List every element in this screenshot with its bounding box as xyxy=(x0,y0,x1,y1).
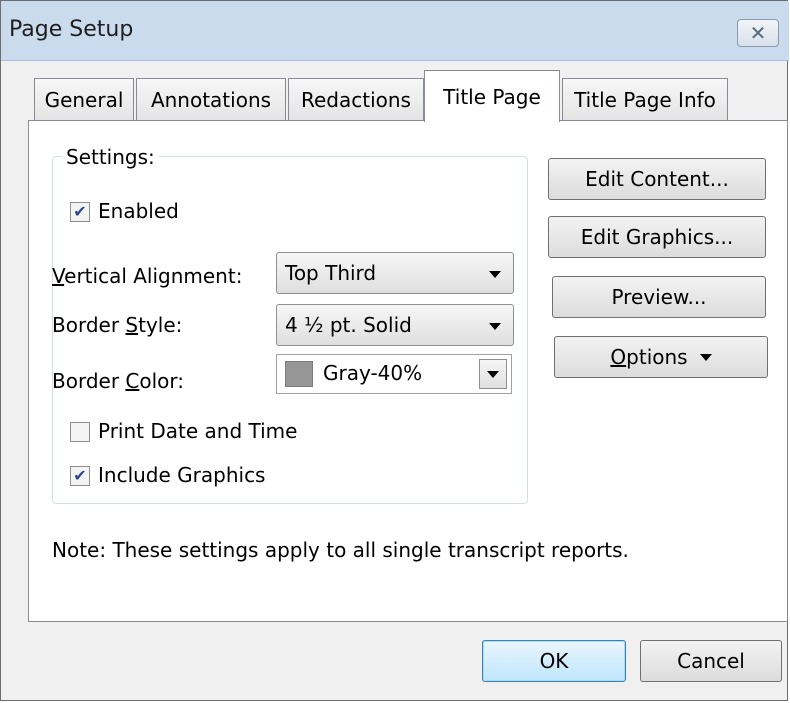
button-label: Cancel xyxy=(677,649,745,673)
button-label: Options xyxy=(610,345,688,369)
settings-group-label: Settings: xyxy=(62,145,159,169)
print-date-time-label: Print Date and Time xyxy=(98,419,298,443)
color-dropdown-button[interactable] xyxy=(479,359,507,389)
tab-label: Redactions xyxy=(301,87,411,112)
check-icon: ✔ xyxy=(73,202,87,221)
edit-content-button[interactable]: Edit Content... xyxy=(548,158,766,200)
button-label: OK xyxy=(539,649,569,673)
border-color-label: Border Color: xyxy=(52,369,185,393)
note-text: Note: These settings apply to all single… xyxy=(52,538,629,562)
button-label: Edit Graphics... xyxy=(580,225,734,249)
dropdown-arrow-icon xyxy=(489,271,501,278)
vertical-alignment-label: Vertical Alignment: xyxy=(52,264,243,288)
border-color-value: Gray-40% xyxy=(323,361,423,385)
chevron-down-icon xyxy=(699,353,712,361)
include-graphics-label: Include Graphics xyxy=(98,463,266,487)
close-icon: ✕ xyxy=(749,21,767,45)
border-style-select[interactable]: 4 ½ pt. Solid xyxy=(276,304,514,346)
cancel-button[interactable]: Cancel xyxy=(640,640,782,682)
vertical-alignment-select[interactable]: Top Third xyxy=(276,252,514,294)
print-date-time-checkbox[interactable] xyxy=(70,422,90,442)
color-swatch xyxy=(285,361,313,387)
include-graphics-checkbox[interactable]: ✔ xyxy=(70,466,90,486)
enabled-label: Enabled xyxy=(98,199,179,223)
title-bar[interactable]: Page Setup ✕ xyxy=(1,1,789,61)
tab-general[interactable]: General xyxy=(34,78,134,120)
border-color-select[interactable]: Gray-40% xyxy=(276,354,512,394)
vertical-alignment-value: Top Third xyxy=(285,261,377,285)
ok-button[interactable]: OK xyxy=(482,640,626,682)
options-button[interactable]: Options xyxy=(554,336,768,378)
check-icon: ✔ xyxy=(73,466,87,485)
tab-label: Title Page xyxy=(443,84,541,109)
tab-title-page-info[interactable]: Title Page Info xyxy=(562,78,728,120)
close-button[interactable]: ✕ xyxy=(737,19,779,47)
dialog-title: Page Setup xyxy=(9,17,134,42)
button-label: Edit Content... xyxy=(585,167,729,191)
dropdown-arrow-icon xyxy=(489,323,501,330)
dropdown-arrow-icon xyxy=(487,371,499,378)
preview-button[interactable]: Preview... xyxy=(552,276,766,318)
tab-label: General xyxy=(44,87,124,112)
border-style-value: 4 ½ pt. Solid xyxy=(285,313,412,337)
tab-label: Title Page Info xyxy=(574,87,716,112)
tab-label: Annotations xyxy=(150,87,272,112)
tab-annotations[interactable]: Annotations xyxy=(136,78,286,120)
tab-title-page[interactable]: Title Page xyxy=(424,70,560,122)
button-label: Preview... xyxy=(611,285,707,309)
tab-redactions[interactable]: Redactions xyxy=(288,78,424,120)
border-style-label: Border Style: xyxy=(52,313,183,337)
enabled-checkbox[interactable]: ✔ xyxy=(70,202,90,222)
edit-graphics-button[interactable]: Edit Graphics... xyxy=(548,216,766,258)
